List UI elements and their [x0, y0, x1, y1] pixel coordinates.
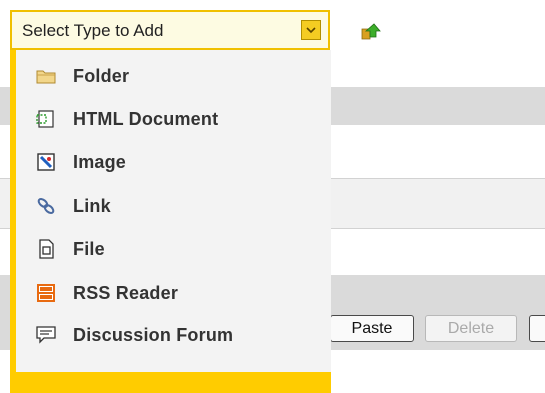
- select-label: Select Type to Add: [22, 21, 164, 40]
- menu-item-html-document[interactable]: HTML Document: [36, 106, 218, 132]
- html-document-icon: [36, 109, 56, 129]
- menu-item-link[interactable]: Link: [36, 193, 111, 219]
- menu-item-label: Link: [73, 195, 111, 216]
- menu-item-label: HTML Document: [73, 108, 219, 129]
- menu-item-label: Discussion Forum: [73, 324, 234, 345]
- add-type-menu: Folder HTML Document Image Link File RSS…: [10, 50, 331, 393]
- discussion-forum-icon: [36, 325, 56, 345]
- menu-item-image[interactable]: Image: [36, 149, 126, 175]
- menu-item-label: Image: [73, 151, 127, 172]
- menu-item-discussion-forum[interactable]: Discussion Forum: [36, 322, 233, 348]
- add-type-select[interactable]: Select Type to Add: [10, 10, 330, 50]
- rss-icon: [36, 283, 56, 303]
- link-icon: [36, 196, 56, 216]
- menu-item-rss-reader[interactable]: RSS Reader: [36, 280, 178, 306]
- chevron-down-icon[interactable]: [301, 20, 321, 40]
- menu-item-label: Folder: [73, 65, 130, 86]
- menu-accent-bar: [10, 50, 16, 393]
- image-icon: [36, 152, 56, 172]
- paste-button[interactable]: Paste: [330, 315, 414, 342]
- file-icon: [36, 239, 56, 259]
- menu-bottom-bar: [10, 372, 331, 393]
- delete-button[interactable]: Delete: [425, 315, 517, 342]
- menu-item-label: RSS Reader: [73, 282, 179, 303]
- menu-item-file[interactable]: File: [36, 236, 105, 262]
- up-folder-icon[interactable]: [360, 20, 382, 42]
- menu-item-folder[interactable]: Folder: [36, 63, 129, 89]
- folder-icon: [36, 66, 56, 86]
- toolbar-button-partial[interactable]: [529, 315, 545, 342]
- menu-item-label: File: [73, 238, 105, 259]
